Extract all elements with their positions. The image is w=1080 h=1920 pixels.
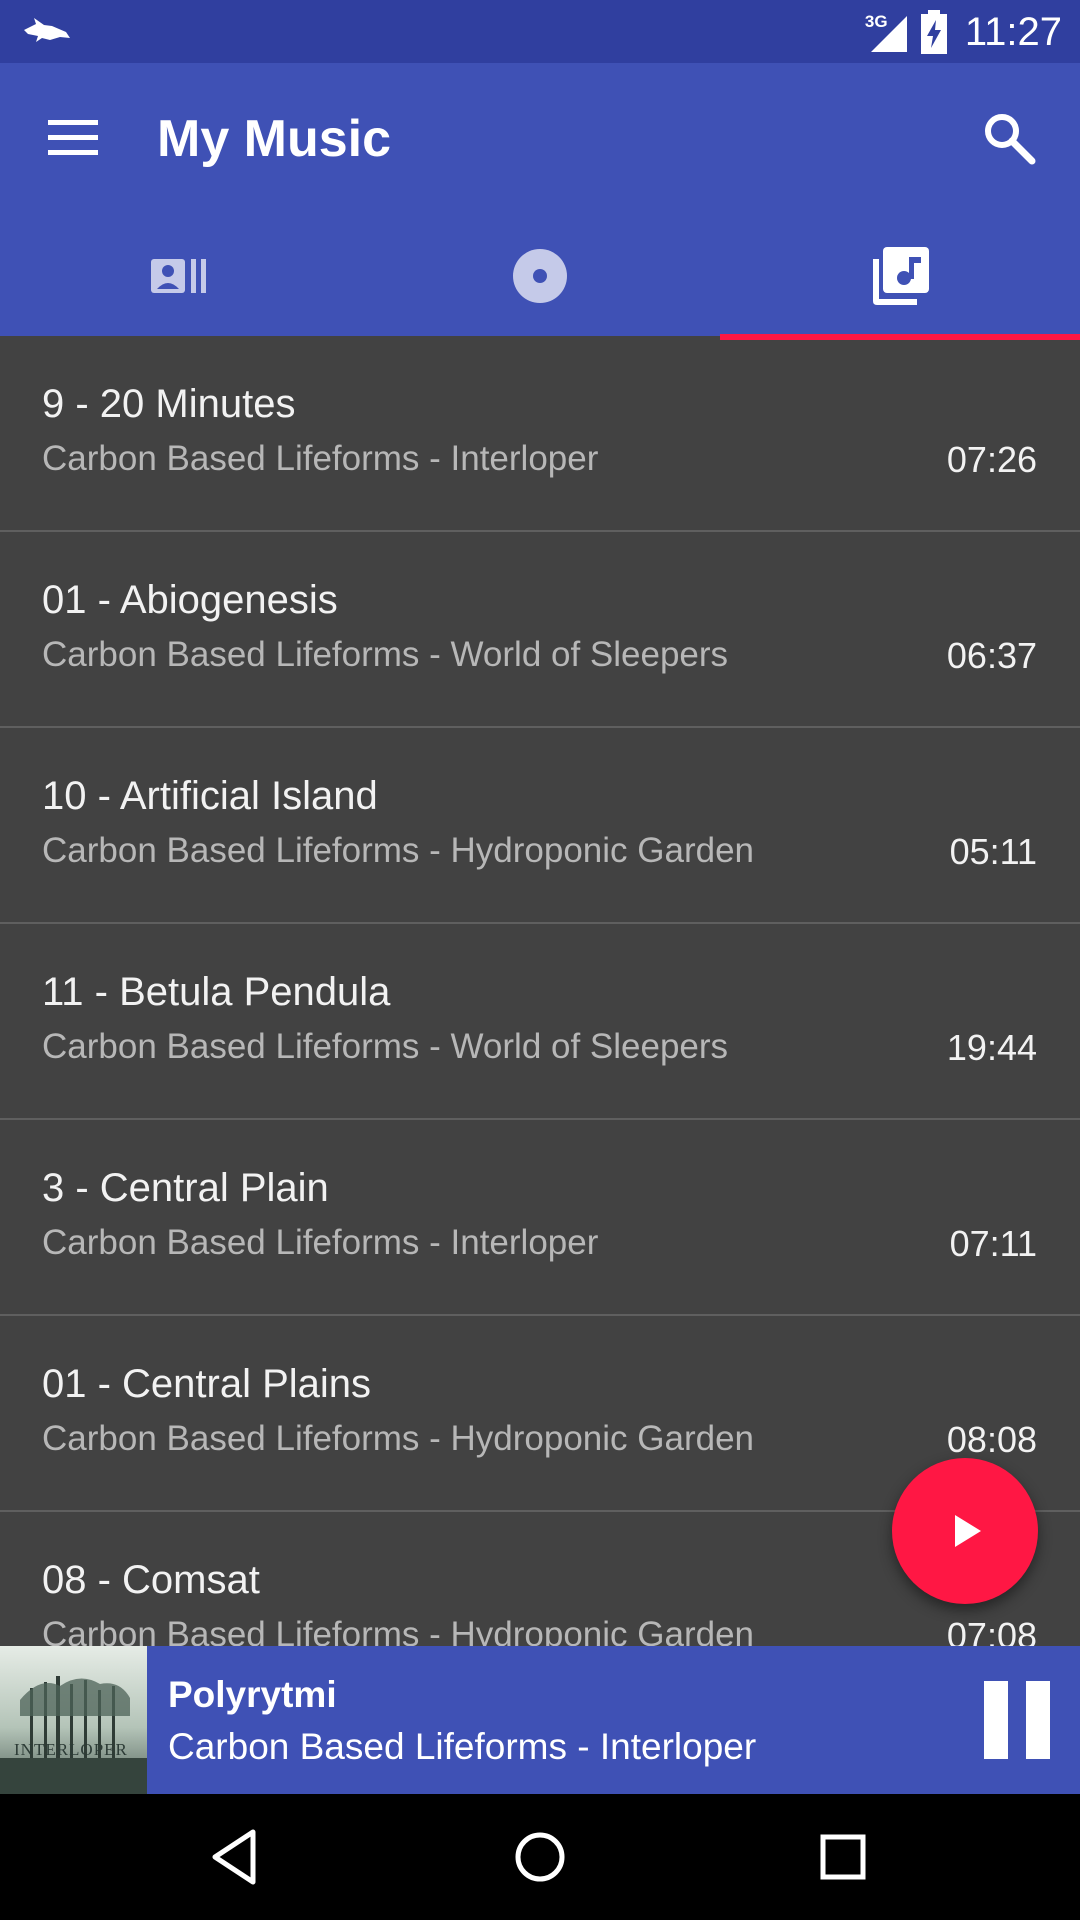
tab-bar — [0, 216, 1080, 340]
play-all-button[interactable] — [892, 1458, 1038, 1604]
now-playing-subtitle: Carbon Based Lifeforms - Interloper — [168, 1726, 757, 1767]
battery-charging-icon — [920, 10, 947, 54]
song-title: 10 - Artificial Island — [42, 774, 378, 818]
song-title: 11 - Betula Pendula — [42, 970, 391, 1014]
song-title: 9 - 20 Minutes — [42, 382, 296, 426]
song-row[interactable]: 3 - Central Plain Carbon Based Lifeforms… — [0, 1120, 1080, 1316]
album-art-text: INTERLOPER — [14, 1740, 128, 1759]
songs-icon — [873, 247, 929, 305]
now-playing-bar[interactable]: INTERLOPER Polyrytmi Carbon Based Lifefo… — [0, 1646, 1080, 1794]
song-artist-album: Carbon Based Lifeforms - World of Sleepe… — [42, 1027, 729, 1066]
artist-icon — [151, 259, 206, 293]
song-title: 08 - Comsat — [42, 1558, 260, 1602]
song-row[interactable]: 10 - Artificial Island Carbon Based Life… — [0, 728, 1080, 924]
song-artist-album: Carbon Based Lifeforms - Hydroponic Gard… — [42, 1419, 755, 1458]
system-nav-bar — [0, 1794, 1080, 1920]
now-playing-title: Polyrytmi — [168, 1674, 337, 1715]
song-duration: 19:44 — [946, 1027, 1037, 1068]
album-art: INTERLOPER — [0, 1646, 147, 1794]
song-row[interactable]: 01 - Abiogenesis Carbon Based Lifeforms … — [0, 532, 1080, 728]
song-title: 3 - Central Plain — [42, 1166, 329, 1210]
search-icon[interactable] — [980, 109, 1040, 169]
song-title: 01 - Central Plains — [42, 1362, 372, 1406]
back-icon[interactable] — [201, 1822, 271, 1892]
page-title: My Music — [157, 110, 392, 168]
recents-icon[interactable] — [808, 1822, 878, 1892]
song-artist-album: Carbon Based Lifeforms - Hydroponic Gard… — [42, 1615, 755, 1646]
play-icon — [955, 1515, 981, 1547]
status-time: 11:27 — [964, 9, 1062, 54]
song-row[interactable]: 9 - 20 Minutes Carbon Based Lifeforms - … — [0, 336, 1080, 532]
tab-albums[interactable] — [360, 216, 720, 336]
song-artist-album: Carbon Based Lifeforms - Hydroponic Gard… — [42, 831, 755, 870]
song-artist-album: Carbon Based Lifeforms - World of Sleepe… — [42, 635, 729, 674]
menu-icon[interactable] — [46, 116, 100, 160]
album-icon — [513, 249, 567, 303]
song-row[interactable]: 11 - Betula Pendula Carbon Based Lifefor… — [0, 924, 1080, 1120]
status-icons: 3G 11:27 — [863, 8, 1062, 56]
song-duration: 05:11 — [949, 831, 1037, 872]
status-bar: 3G 11:27 — [0, 0, 1080, 63]
tab-artists[interactable] — [0, 216, 360, 336]
song-duration: 08:08 — [946, 1419, 1037, 1460]
pause-icon[interactable] — [984, 1681, 1050, 1759]
home-icon[interactable] — [505, 1822, 575, 1892]
bird-notification-icon — [24, 18, 70, 42]
tab-songs[interactable] — [720, 216, 1080, 340]
song-duration: 07:11 — [949, 1223, 1037, 1264]
song-duration: 07:08 — [946, 1615, 1037, 1646]
song-list[interactable]: 9 - 20 Minutes Carbon Based Lifeforms - … — [0, 336, 1080, 1646]
song-duration: 06:37 — [946, 635, 1037, 676]
app-bar: My Music — [0, 63, 1080, 340]
signal-icon: 3G — [863, 10, 911, 54]
song-title: 01 - Abiogenesis — [42, 578, 338, 622]
song-artist-album: Carbon Based Lifeforms - Interloper — [42, 439, 599, 478]
song-duration: 07:26 — [946, 439, 1037, 480]
song-artist-album: Carbon Based Lifeforms - Interloper — [42, 1223, 599, 1262]
